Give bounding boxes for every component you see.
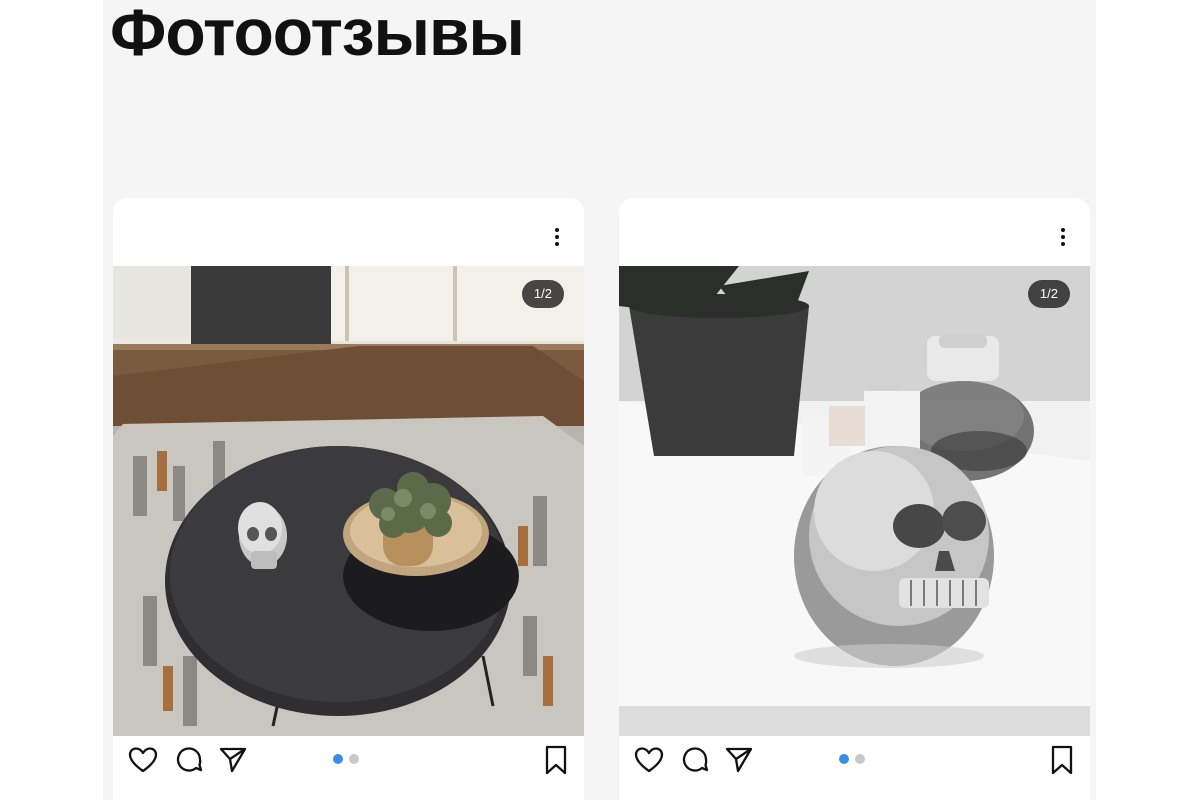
more-options-button[interactable] xyxy=(1054,224,1072,250)
photo-review-card: 1/2 xyxy=(619,198,1090,800)
heart-icon xyxy=(634,747,664,773)
coffee-table-skull-photo xyxy=(113,266,584,736)
like-button[interactable] xyxy=(633,744,665,776)
share-icon xyxy=(219,747,247,773)
share-button[interactable] xyxy=(723,744,755,776)
bookmark-button[interactable] xyxy=(540,744,572,776)
card-header xyxy=(619,198,1090,266)
bookmark-icon xyxy=(545,745,567,775)
card-actions xyxy=(113,736,584,800)
comment-icon xyxy=(682,747,709,772)
more-dot xyxy=(555,235,559,239)
bookmark-button[interactable] xyxy=(1046,744,1078,776)
page-title: Фотоотзывы xyxy=(110,0,525,69)
slide-dot-active[interactable] xyxy=(839,754,849,764)
slide-indicator xyxy=(839,754,865,764)
like-button[interactable] xyxy=(127,744,159,776)
card-header xyxy=(113,198,584,266)
comment-button[interactable] xyxy=(679,744,711,776)
comment-icon xyxy=(176,747,203,772)
photo-counter: 1/2 xyxy=(1027,280,1070,308)
comment-button[interactable] xyxy=(173,744,205,776)
bookmark-icon xyxy=(1051,745,1073,775)
heart-icon xyxy=(128,747,158,773)
more-dot xyxy=(1061,235,1065,239)
more-dot xyxy=(1061,242,1065,246)
card-actions xyxy=(619,736,1090,800)
slide-dot-active[interactable] xyxy=(333,754,343,764)
slide-dot[interactable] xyxy=(349,754,359,764)
photo-counter: 1/2 xyxy=(521,280,564,308)
skull-planter-photo xyxy=(619,266,1090,736)
more-options-button[interactable] xyxy=(548,224,566,250)
more-dot xyxy=(555,228,559,232)
review-photo[interactable] xyxy=(619,266,1090,736)
photo-review-card: 1/2 xyxy=(113,198,584,800)
share-icon xyxy=(725,747,753,773)
slide-dot[interactable] xyxy=(855,754,865,764)
share-button[interactable] xyxy=(217,744,249,776)
review-photo[interactable] xyxy=(113,266,584,736)
slide-indicator xyxy=(333,754,359,764)
more-dot xyxy=(555,242,559,246)
more-dot xyxy=(1061,228,1065,232)
